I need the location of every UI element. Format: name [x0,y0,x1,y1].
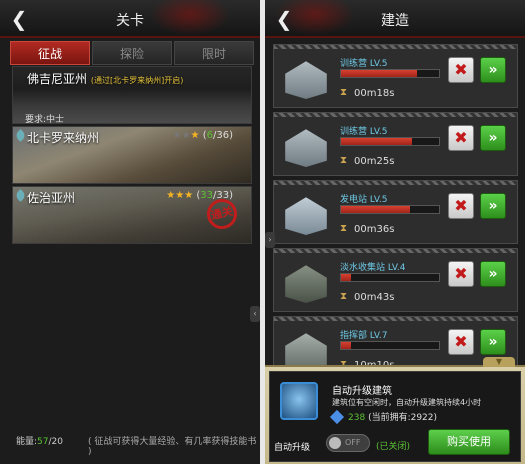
cancel-build-button[interactable]: ✖ [448,329,474,355]
build-progress-fill [341,206,410,213]
build-progress-fill [341,70,418,77]
side-expand-icon[interactable]: › [265,232,275,248]
cost-value: 238 [348,413,366,423]
stage-name-text: 佛吉尼亚州 [27,72,88,86]
speed-up-button[interactable]: » [480,329,506,355]
build-progress-fill [341,274,351,281]
hazard-stripe [274,249,517,253]
popup-desc: 建筑位有空闲时，自动升级建筑持续4小时 [332,398,482,407]
stage-card-north-carolina[interactable]: 北卡罗来纳州 ★★★ (6/36) [12,126,252,184]
build-progress-bar [340,205,440,214]
building-row: 淡水收集站 LV.4 ⧗ 00m43s ✖» [273,248,518,312]
hazard-stripe [274,181,517,185]
hourglass-icon: ⧗ [340,87,348,98]
toggle-knob [329,437,341,449]
build-progress-bar [340,137,440,146]
build-progress-fill [341,138,412,145]
owned-value: (当前拥有:2922) [368,413,438,423]
stage-tabs: 征战 探险 限时 [10,41,254,65]
hourglass-icon: ⧗ [340,223,348,234]
speed-up-button[interactable]: » [480,57,506,83]
hourglass-icon: ⧗ [340,291,348,302]
stage-name: 佐治亚州 [27,191,76,205]
build-timer: 00m43s [354,292,395,303]
build-progress-bar [340,69,440,78]
building-name: 训练营 LV.5 [340,127,388,137]
conquest-hint: ( 征战可获得大量经验、有几率获得技能书 ) [88,437,257,457]
popup-title: 自动升级建筑 [332,386,392,397]
right-top-bar: ❮ 建造 [265,0,525,38]
stage-name: 北卡罗来纳州 [27,131,100,145]
speed-up-button[interactable]: » [480,125,506,151]
auto-upgrade-toggle[interactable]: OFF [326,434,370,452]
buy-use-button[interactable]: 购买使用 [428,429,510,455]
energy-max: /20 [48,437,63,447]
building-name: 淡水收集站 LV.4 [340,263,406,273]
building-row: 训练营 LV.5 ⧗ 00m18s ✖» [273,44,518,108]
energy-label: 能量: [16,437,38,447]
stage-progress-count: 33 [200,190,213,201]
tab-limited[interactable]: 限时 [174,41,254,65]
auto-upgrade-label: 自动升级 [274,443,311,453]
star-icon: ★ [184,190,194,201]
building-row: 发电站 LV.5 ⧗ 00m36s ✖» [273,180,518,244]
building-icon [285,265,327,303]
speed-up-button[interactable]: » [480,193,506,219]
cancel-build-button[interactable]: ✖ [448,193,474,219]
hazard-stripe [274,317,517,321]
collapse-arrow-icon[interactable]: ▼ [483,357,515,367]
building-icon [285,61,327,99]
stage-card-virginia[interactable]: 佛吉尼亚州 (通过[北卡罗来纳州]开启) 要求:中士 [12,66,252,124]
stage-card-georgia[interactable]: 佐治亚州 ★★★ (33/33) 通关 [12,186,252,244]
build-panel: ❮ 建造 训练营 LV.5 ⧗ 00m18s ✖» 训练营 LV.5 ⧗ 00m25s ✖» 发… [265,0,525,464]
auto-upgrade-popup: ▼ 自动升级建筑 建筑位有空闲时，自动升级建筑持续4小时 238 (当前拥有:2… [265,357,525,464]
popup-cost: 238 (当前拥有:2922) [348,410,437,423]
toggle-state: (已关闭) [376,442,411,452]
building-name: 指挥部 LV.7 [340,331,388,341]
star-icon: ★ [166,190,176,201]
build-timer: 00m25s [354,156,395,167]
stage-progress: (6/36) [202,130,233,141]
tab-explore[interactable]: 探险 [92,41,172,65]
energy-display: 能量:57/20 [16,434,63,447]
star-icon: ★ [190,130,200,141]
cancel-build-button[interactable]: ✖ [448,125,474,151]
building-icon [285,197,327,235]
stage-stars: ★★★ (6/36) [173,130,233,141]
star-icon: ★ [172,130,182,141]
build-progress-bar [340,273,440,282]
cancel-build-button[interactable]: ✖ [448,261,474,287]
stage-progress-count: 6 [206,130,213,141]
auto-upgrade-icon [280,382,318,420]
page-title: 关卡 [116,13,144,29]
hourglass-icon: ⧗ [340,155,348,166]
gem-icon [329,409,345,425]
building-name: 发电站 LV.5 [340,195,388,205]
page-title: 建造 [381,13,409,29]
build-timer: 00m36s [354,224,395,235]
stage-progress-total: 36 [216,130,230,141]
tab-conquest[interactable]: 征战 [10,41,90,65]
build-progress-fill [341,342,351,349]
hazard-stripe [274,113,517,117]
side-expand-icon[interactable]: ‹ [250,306,260,322]
building-name: 训练营 LV.5 [340,59,388,69]
stages-panel: ❮ 关卡 征战 探险 限时 佛吉尼亚州 (通过[北卡罗来纳州]开启) 要求:中士… [0,0,260,464]
star-icon: ★ [181,130,191,141]
build-timer: 00m18s [354,88,395,99]
building-icon [285,129,327,167]
cancel-build-button[interactable]: ✖ [448,57,474,83]
unlock-note: (通过[北卡罗来纳州]开启) [90,76,184,85]
star-icon: ★ [175,190,185,201]
hazard-stripe [274,45,517,49]
stage-name: 佛吉尼亚州 (通过[北卡罗来纳州]开启) [27,70,183,87]
popup-body: 自动升级建筑 建筑位有空闲时，自动升级建筑持续4小时 238 (当前拥有:292… [269,371,521,462]
building-row: 训练营 LV.5 ⧗ 00m25s ✖» [273,112,518,176]
left-top-bar: ❮ 关卡 [0,0,260,38]
energy-value: 57 [37,437,49,447]
build-progress-bar [340,341,440,350]
stage-requirement: 要求:中士 [25,115,65,124]
speed-up-button[interactable]: » [480,261,506,287]
toggle-label: OFF [345,438,361,447]
